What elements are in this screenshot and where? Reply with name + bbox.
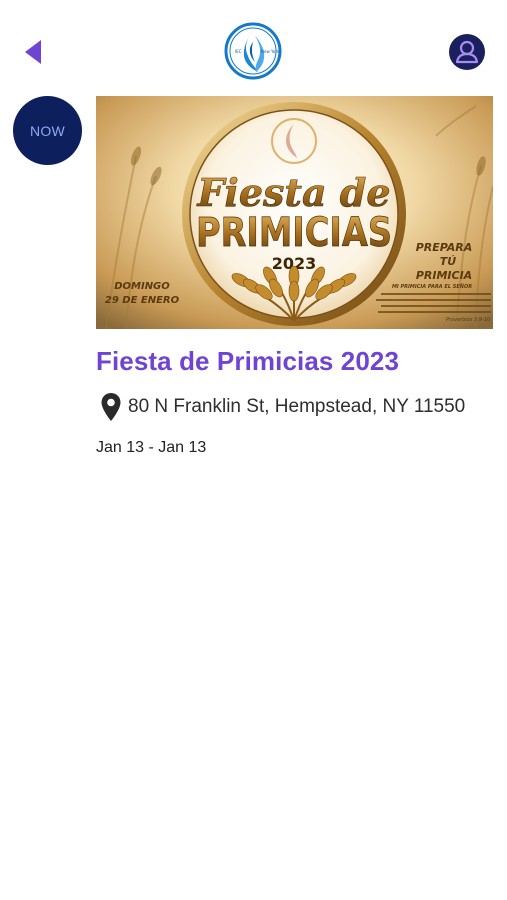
event-banner-image[interactable]: Fiesta de PRIMICIAS 2023 DOMINGO 29 DE E…: [96, 96, 493, 329]
profile-button[interactable]: [448, 33, 486, 71]
logo-text: New York: [261, 49, 280, 54]
banner-prepare-line2: TÚ: [440, 255, 457, 268]
now-badge: NOW: [13, 96, 82, 165]
church-flame-logo-icon: IEC New York: [224, 22, 282, 80]
event-detail-screen: IEC New York NOW Fiesta de PRIMICIAS 202…: [0, 0, 507, 900]
banner-prepare-line4: MI PRIMICIA PARA EL SEÑOR: [392, 283, 472, 290]
banner-prepare-line3: PRIMICIA: [416, 269, 472, 282]
user-avatar-icon: [449, 34, 485, 70]
banner-prepare-line1: PREPARA: [416, 241, 473, 254]
event-location[interactable]: 80 N Franklin St, Hempstead, NY 11550: [100, 391, 465, 423]
banner-date-line1: DOMINGO: [114, 281, 170, 292]
back-button[interactable]: [22, 36, 46, 68]
event-dates: Jan 13 - Jan 13: [96, 439, 207, 456]
banner-headline-line1: Fiesta de: [196, 170, 390, 215]
event-title: Fiesta de Primicias 2023: [96, 346, 400, 376]
banner-verse: Proverbios 3:9-10: [446, 317, 490, 323]
header-bar: IEC New York: [0, 0, 507, 100]
back-triangle-icon: [25, 40, 41, 64]
event-banner-art: Fiesta de PRIMICIAS 2023 DOMINGO 29 DE E…: [96, 96, 493, 329]
banner-date-line2: 29 DE ENERO: [105, 295, 180, 306]
svg-text:IEC: IEC: [235, 49, 242, 54]
church-logo: IEC New York: [222, 22, 284, 80]
banner-headline-line2: PRIMICIAS: [196, 210, 392, 256]
location-text: 80 N Franklin St, Hempstead, NY 11550: [128, 396, 466, 417]
map-pin-icon: [101, 393, 121, 421]
